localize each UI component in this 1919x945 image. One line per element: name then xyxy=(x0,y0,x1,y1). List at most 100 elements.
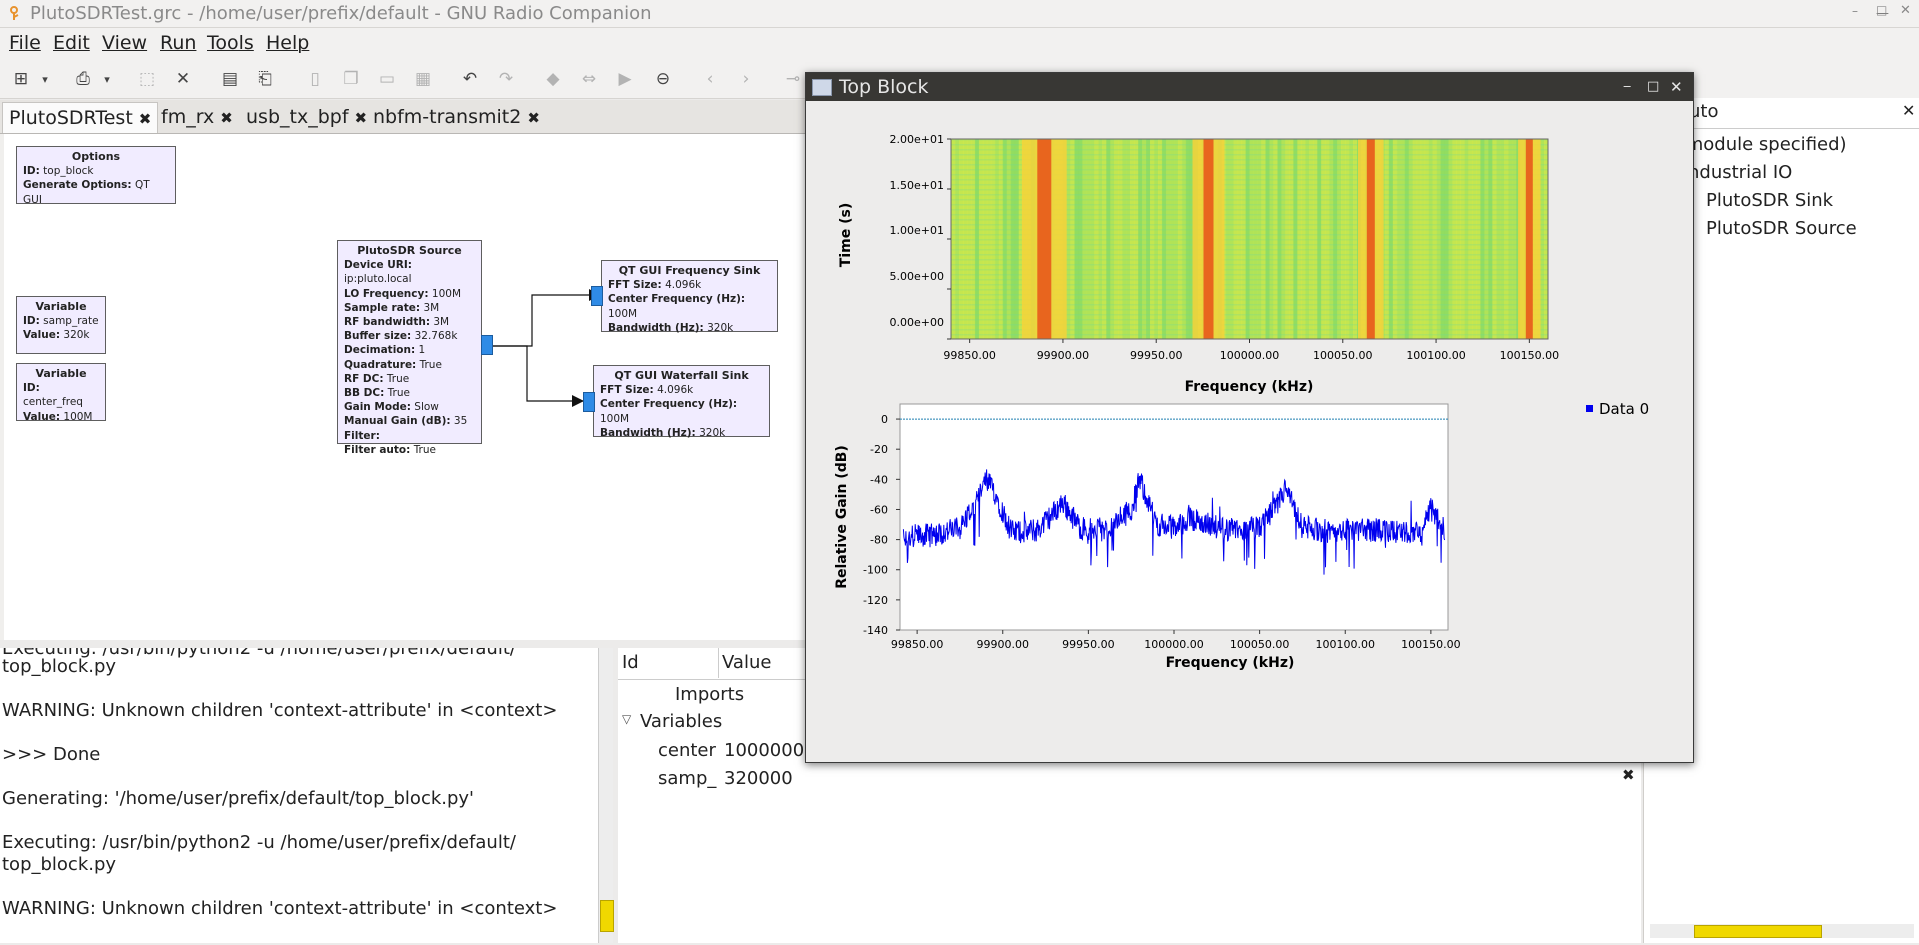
menu-edit[interactable]: Edit xyxy=(53,28,90,58)
legend-label[interactable]: Data 0 xyxy=(1599,400,1649,418)
delete-icon[interactable]: ▦ xyxy=(410,66,436,92)
close-panel-icon[interactable]: ✖ xyxy=(1622,766,1635,784)
top-block-titlebar[interactable]: Top Block ‒ □ ✕ xyxy=(806,73,1693,101)
save-icon[interactable]: ⬚ xyxy=(134,66,160,92)
toggle-enable-icon[interactable]: ◆ xyxy=(540,66,566,92)
enable-icon[interactable]: ⊸ xyxy=(780,66,806,92)
console-scrollbar[interactable] xyxy=(598,648,614,943)
close-tab-icon[interactable]: ✖ xyxy=(527,109,540,127)
tab-fm-rx[interactable]: fm_rx ✖ xyxy=(155,102,239,132)
block-param: Buffer size: 32.768k xyxy=(344,330,458,343)
freq-xtick-label: 100150.00 xyxy=(1401,638,1461,651)
wf-xtick-label: 100000.00 xyxy=(1220,349,1280,362)
freq-ytick-label: -20 xyxy=(870,443,888,456)
menu-tools[interactable]: Tools xyxy=(207,28,254,58)
block-title: QT GUI Frequency Sink xyxy=(618,264,761,277)
source-output-port[interactable] xyxy=(481,335,493,355)
menubar: File Edit View Run Tools Help xyxy=(0,28,1919,58)
maximize-button[interactable]: □ xyxy=(1876,3,1887,17)
freq-xtick-label: 100050.00 xyxy=(1230,638,1290,651)
qt-gui-frequency-sink-block[interactable]: QT GUI Frequency Sink FFT Size: 4.096k C… xyxy=(601,260,778,334)
freq-xtick-label: 99950.00 xyxy=(1062,638,1115,651)
execute-icon[interactable]: ▶ xyxy=(612,66,638,92)
variable-block-center-freq[interactable]: Variable ID: center_freq Value: 100M xyxy=(16,363,106,423)
tree-item[interactable]: PlutoSDR Source xyxy=(1706,218,1857,239)
block-param: ID: top_block xyxy=(23,165,94,178)
block-param: Bandwidth (Hz): 320k xyxy=(608,321,734,334)
qt-gui-waterfall-sink-block[interactable]: QT GUI Waterfall Sink FFT Size: 4.096k C… xyxy=(593,365,770,439)
tree-hscrollbar-thumb[interactable] xyxy=(1694,925,1822,938)
block-param: Manual Gain (dB): 35 xyxy=(344,415,468,428)
bypass-icon[interactable]: ⇔ xyxy=(576,66,602,92)
menu-help[interactable]: Help xyxy=(266,28,309,58)
open-icon[interactable]: ⎙ xyxy=(70,66,96,92)
paste-icon[interactable]: ▭ xyxy=(374,66,400,92)
block-param: Quadrature: True xyxy=(344,358,442,371)
var-row-value: 10000000 xyxy=(724,740,816,761)
minimize-icon[interactable]: ‒ xyxy=(1623,73,1631,101)
console-line: top_block.py xyxy=(2,656,117,677)
kill-icon[interactable]: ⊖ xyxy=(650,66,676,92)
generate-icon[interactable]: ▤ xyxy=(217,66,243,92)
close-tab-icon[interactable]: ✖ xyxy=(355,109,368,127)
block-title: Variable xyxy=(35,367,87,380)
copy-icon[interactable]: ❐ xyxy=(338,66,364,92)
block-param: BB DC: True xyxy=(344,387,410,400)
var-row-id[interactable]: center xyxy=(658,740,718,761)
close-tab-icon[interactable]: ✖ xyxy=(220,109,233,127)
close-window-button[interactable]: ✕ xyxy=(1900,3,1911,18)
undo-icon[interactable]: ↶ xyxy=(457,66,483,92)
waterfall-image xyxy=(950,138,1549,340)
close-icon[interactable]: ✕ xyxy=(170,66,196,92)
cut-icon[interactable]: ▯ xyxy=(302,66,328,92)
tree-item[interactable]: ndustrial IO xyxy=(1688,162,1792,183)
console-output[interactable]: Executing: /usr/bin/python2 -u /home/use… xyxy=(0,648,598,943)
new-icon[interactable]: ⊞ xyxy=(8,66,34,92)
block-param: Value: 100M xyxy=(23,410,93,423)
new-dropdown-icon[interactable]: ▾ xyxy=(38,66,52,92)
top-block-window[interactable]: Top Block ‒ □ ✕ Time (s) Frequency (kHz)… xyxy=(805,72,1694,763)
clear-search-icon[interactable]: ✕ xyxy=(1902,101,1915,120)
tree-variables[interactable]: Variables xyxy=(640,711,722,732)
rotate-right-icon[interactable]: › xyxy=(733,66,759,92)
variable-block-samp-rate[interactable]: Variable ID: samp_rate Value: 320k xyxy=(16,296,106,354)
minimize-button[interactable]: – xyxy=(1852,4,1858,18)
freq-sink-input-port[interactable] xyxy=(591,286,603,306)
block-param: ID: samp_rate xyxy=(23,315,99,328)
legend-swatch xyxy=(1586,405,1593,412)
var-row-id[interactable]: samp_r xyxy=(658,768,718,789)
waterfall-input-port[interactable] xyxy=(583,392,595,412)
open-dropdown-icon[interactable]: ▾ xyxy=(100,66,114,92)
tab-nbfm-transmit2[interactable]: nbfm-transmit2 ✖ xyxy=(367,102,546,132)
redo-icon[interactable]: ↷ xyxy=(493,66,519,92)
tab-usb-tx-bpf[interactable]: usb_tx_bpf ✖ xyxy=(240,102,373,132)
menu-run[interactable]: Run xyxy=(160,28,196,58)
close-tab-icon[interactable]: ✖ xyxy=(139,110,152,128)
freq-yticks: 0 -20 -40 -60 -80 -100 -120 -140 xyxy=(863,413,900,637)
tree-item[interactable]: PlutoSDR Sink xyxy=(1706,190,1833,211)
expand-arrow-icon[interactable]: ▽ xyxy=(622,712,631,726)
frequency-plot[interactable]: 0 -20 -40 -60 -80 -100 -120 -140 99850.00 99900.… xyxy=(806,393,1693,763)
tree-item[interactable]: o module specified) xyxy=(1669,134,1847,155)
window-title: PlutoSDRTest.grc - /home/user/prefix/def… xyxy=(30,3,652,24)
menu-view[interactable]: View xyxy=(102,28,147,58)
console-scrollbar-thumb[interactable] xyxy=(600,900,614,932)
column-id-header[interactable]: Id xyxy=(622,648,719,678)
waterfall-plot[interactable]: Time (s) Frequency (kHz) 2.00e+01 1.50e+… xyxy=(806,101,1693,401)
menu-file[interactable]: File xyxy=(9,28,41,58)
tree-imports[interactable]: Imports xyxy=(675,684,744,705)
tree-hscrollbar[interactable] xyxy=(1650,924,1914,938)
flowgraph-canvas[interactable]: Options ID: top_block Generate Options: … xyxy=(0,134,809,640)
tab-label: PlutoSDRTest xyxy=(9,107,133,129)
plutosdr-source-block[interactable]: PlutoSDR Source Device URI: ip:pluto.loc… xyxy=(337,240,482,456)
print-icon[interactable]: ⎗ xyxy=(252,66,278,92)
rotate-left-icon[interactable]: ‹ xyxy=(697,66,723,92)
console-line: top_block.py xyxy=(2,854,117,875)
close-icon[interactable]: ✕ xyxy=(1670,73,1683,101)
freq-xticks: 99850.00 99900.00 99950.00 100000.00 100050.… xyxy=(891,630,1461,651)
options-block[interactable]: Options ID: top_block Generate Options: … xyxy=(16,146,176,206)
freq-ytick-label: -120 xyxy=(863,594,888,607)
window-icon xyxy=(812,79,832,96)
maximize-icon[interactable]: □ xyxy=(1647,73,1659,101)
tab-plutosdrtest[interactable]: PlutoSDRTest ✖ xyxy=(2,102,159,133)
